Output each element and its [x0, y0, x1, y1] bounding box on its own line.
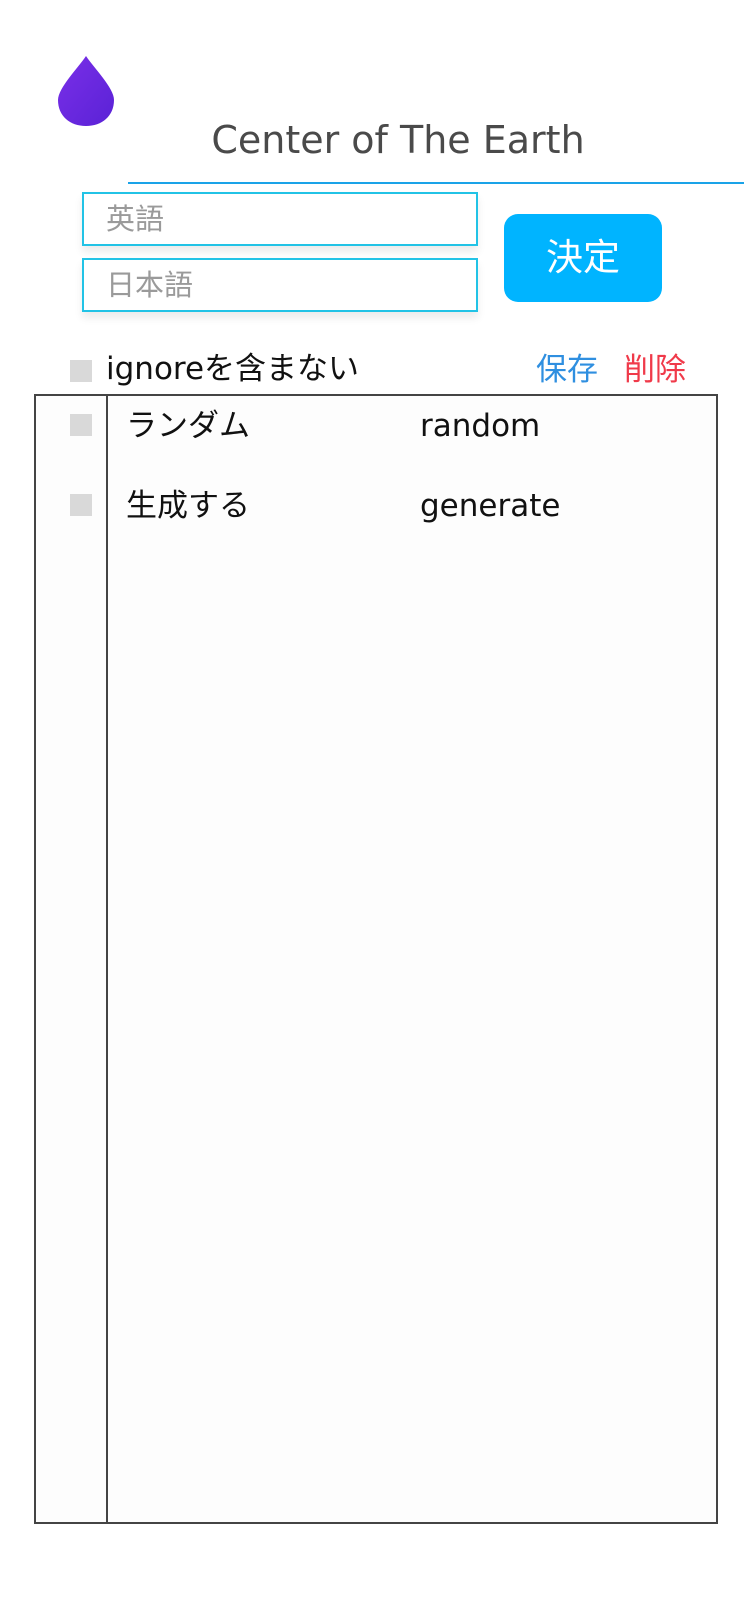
ignore-checkbox-label: ignoreを含まない: [106, 351, 360, 387]
row-checkbox[interactable]: [70, 414, 92, 436]
water-drop-logo-icon: [58, 56, 114, 126]
english-field-box: [82, 192, 478, 246]
ignore-checkbox[interactable]: [70, 360, 92, 382]
japanese-cell: 生成する: [126, 488, 250, 524]
save-button[interactable]: 保存: [536, 350, 598, 390]
title-underline: [128, 182, 744, 184]
english-cell: random: [420, 408, 541, 444]
english-cell: generate: [420, 488, 561, 524]
japanese-field-box: [82, 258, 478, 312]
delete-button[interactable]: 削除: [624, 350, 686, 390]
japanese-input[interactable]: [84, 260, 476, 310]
word-list-table: ランダム random 生成する generate: [34, 394, 718, 1524]
table-column-divider: [106, 396, 108, 1522]
english-input[interactable]: [84, 194, 476, 244]
table-row[interactable]: 生成する generate: [36, 476, 716, 536]
table-row[interactable]: ランダム random: [36, 396, 716, 456]
japanese-cell: ランダム: [126, 408, 250, 444]
row-checkbox[interactable]: [70, 494, 92, 516]
page-title: Center of The Earth: [211, 118, 585, 162]
submit-button[interactable]: 決定: [504, 214, 662, 302]
